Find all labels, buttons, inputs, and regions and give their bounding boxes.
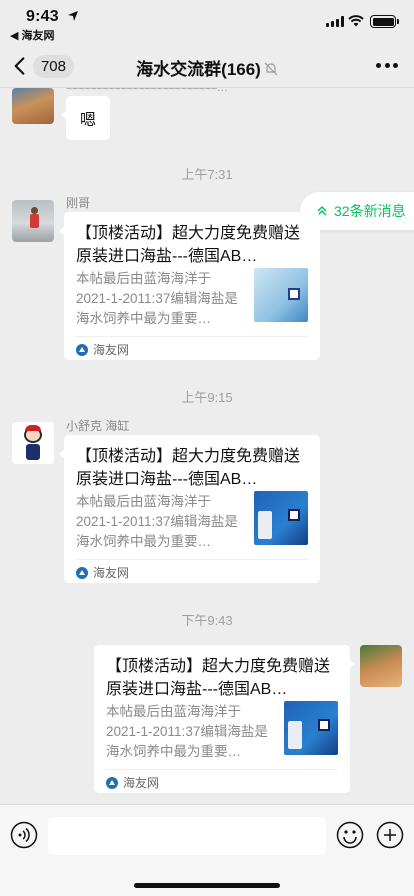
message-bubble[interactable]: 嗯 [60, 96, 111, 140]
chat-message-list[interactable]: ≈≈≈≈≈≈≈≈≈≈≈≈≈≈≈≈≈≈≈≈≈≈≈≈≈… 嗯 32条新消息 上午7:… [0, 88, 414, 804]
card-thumbnail [254, 268, 308, 322]
card-title: 【顶楼活动】超大力度免费赠送原装进口海盐---德国AB… [106, 658, 331, 698]
card-title: 【顶楼活动】超大力度免费赠送原装进口海盐---德国AB… [76, 225, 301, 265]
link-card[interactable]: 【顶楼活动】超大力度免费赠送原装进口海盐---德国AB… 本帖最后由蓝海海洋于2… [59, 435, 320, 583]
timestamp: 上午7:31 [181, 167, 233, 182]
cell-signal-icon [326, 16, 344, 27]
card-source: 海友网 [76, 564, 129, 581]
site-logo-icon [76, 343, 88, 356]
battery-icon [370, 15, 399, 28]
avatar[interactable] [12, 88, 54, 124]
card-divider [106, 769, 338, 770]
truncated-message-text: ≈≈≈≈≈≈≈≈≈≈≈≈≈≈≈≈≈≈≈≈≈≈≈≈≈… [66, 88, 228, 94]
link-card[interactable]: 【顶楼活动】超大力度免费赠送原装进口海盐---德国AB… 本帖最后由蓝海海洋于2… [59, 212, 320, 360]
card-thumbnail [254, 491, 308, 545]
back-to-app-link[interactable]: ◀ 海友网 [10, 27, 55, 43]
card-divider [76, 336, 308, 337]
avatar[interactable] [12, 200, 54, 242]
status-time: 9:43 [26, 8, 59, 25]
card-source-name: 海友网 [93, 566, 130, 580]
input-bar [0, 804, 414, 896]
plus-icon[interactable] [376, 821, 404, 849]
new-messages-label: 32条新消息 [334, 203, 406, 219]
card-source: 海友网 [76, 341, 129, 358]
site-logo-icon [106, 776, 118, 789]
more-options-button[interactable] [376, 63, 398, 69]
timestamp: 下午9:43 [181, 613, 233, 628]
home-indicator [134, 883, 280, 888]
card-description: 本帖最后由蓝海海洋于2021-1-2011:37编辑海盐是海水饲养中最为重要… [106, 704, 268, 759]
emoji-icon[interactable] [336, 821, 364, 849]
sender-name: 小舒克 海缸 [66, 419, 130, 433]
avatar[interactable] [360, 645, 402, 687]
status-bar: 9:43 ◀ 海友网 [0, 0, 414, 44]
card-source-name: 海友网 [123, 776, 160, 790]
card-title: 【顶楼活动】超大力度免费赠送原装进口海盐---德国AB… [76, 448, 301, 488]
card-description: 本帖最后由蓝海海洋于2021-1-2011:37编辑海盐是海水饲养中最为重要… [76, 494, 238, 549]
card-source: 海友网 [106, 774, 159, 791]
message-input[interactable] [48, 817, 326, 855]
chat-title: 海水交流群(166) [136, 60, 261, 79]
card-description: 本帖最后由蓝海海洋于2021-1-2011:37编辑海盐是海水饲养中最为重要… [76, 271, 238, 326]
card-divider [76, 559, 308, 560]
timestamp: 上午9:15 [181, 390, 233, 405]
card-thumbnail [284, 701, 338, 755]
wifi-icon [348, 15, 364, 27]
voice-input-icon[interactable] [10, 821, 38, 849]
link-card[interactable]: 【顶楼活动】超大力度免费赠送原装进口海盐---德国AB… 本帖最后由蓝海海洋于2… [94, 645, 355, 793]
chat-title-row: 海水交流群(166) [0, 55, 414, 80]
card-source-name: 海友网 [93, 343, 130, 357]
mute-bell-icon [264, 62, 278, 76]
sender-name: 刚哥 [66, 196, 91, 210]
message-text: 嗯 [80, 112, 97, 129]
avatar[interactable] [12, 422, 54, 464]
site-logo-icon [76, 566, 88, 579]
nav-bar: 708 海水交流群(166) [0, 44, 414, 88]
location-arrow-icon [68, 11, 78, 21]
